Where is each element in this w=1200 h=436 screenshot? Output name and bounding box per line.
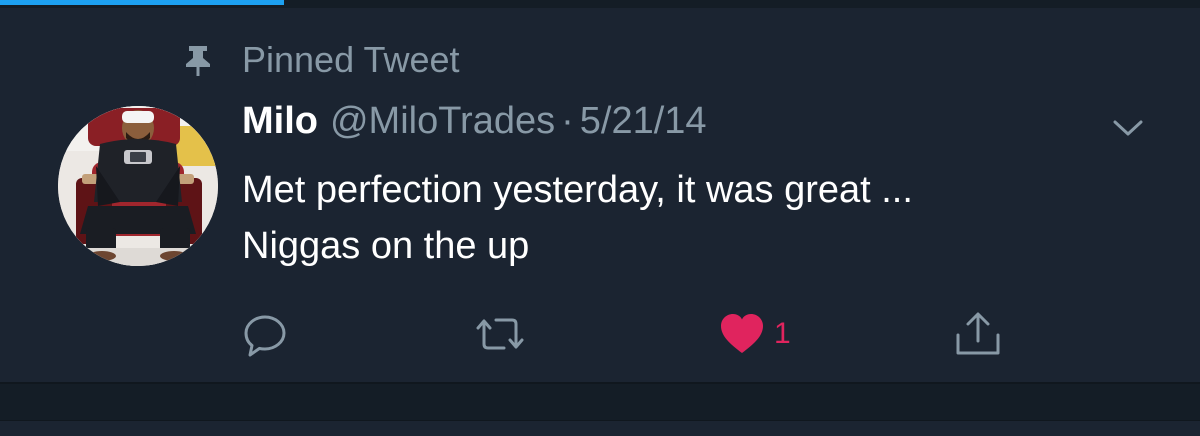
author-name[interactable]: Milo [242, 100, 318, 143]
chevron-down-icon[interactable] [1108, 110, 1148, 146]
pinned-tweet-indicator: Pinned Tweet [180, 38, 460, 82]
retweet-button[interactable] [470, 308, 530, 360]
loading-progress-bar [0, 0, 285, 5]
pinned-tweet-label: Pinned Tweet [242, 39, 460, 80]
tweet-actions: 1 [0, 308, 1200, 360]
tweet-text-line: Met perfection yesterday, it was great .… [242, 169, 913, 211]
timeline-gap [0, 384, 1200, 420]
reply-icon [244, 315, 286, 357]
share-icon [956, 312, 1000, 355]
like-count: 1 [774, 317, 791, 350]
author-handle[interactable]: @MiloTrades [330, 100, 555, 143]
tweet-header: Milo @MiloTrades · 5/21/14 [242, 100, 707, 152]
retweet-icon [476, 318, 524, 350]
tweet-text-line: Niggas on the up [242, 225, 530, 267]
share-button[interactable] [952, 308, 1004, 360]
tweet-date[interactable]: 5/21/14 [580, 100, 707, 143]
pin-icon [186, 46, 210, 76]
next-tweet-edge [0, 420, 1200, 436]
avatar-photo [58, 106, 218, 266]
tweet-text: Met perfection yesterday, it was great .… [242, 162, 1162, 274]
heart-icon [721, 314, 763, 353]
like-button[interactable]: 1 [718, 308, 791, 360]
top-strip [0, 0, 1200, 8]
separator-dot: · [561, 100, 574, 142]
avatar[interactable] [58, 106, 218, 266]
reply-button[interactable] [240, 308, 290, 360]
